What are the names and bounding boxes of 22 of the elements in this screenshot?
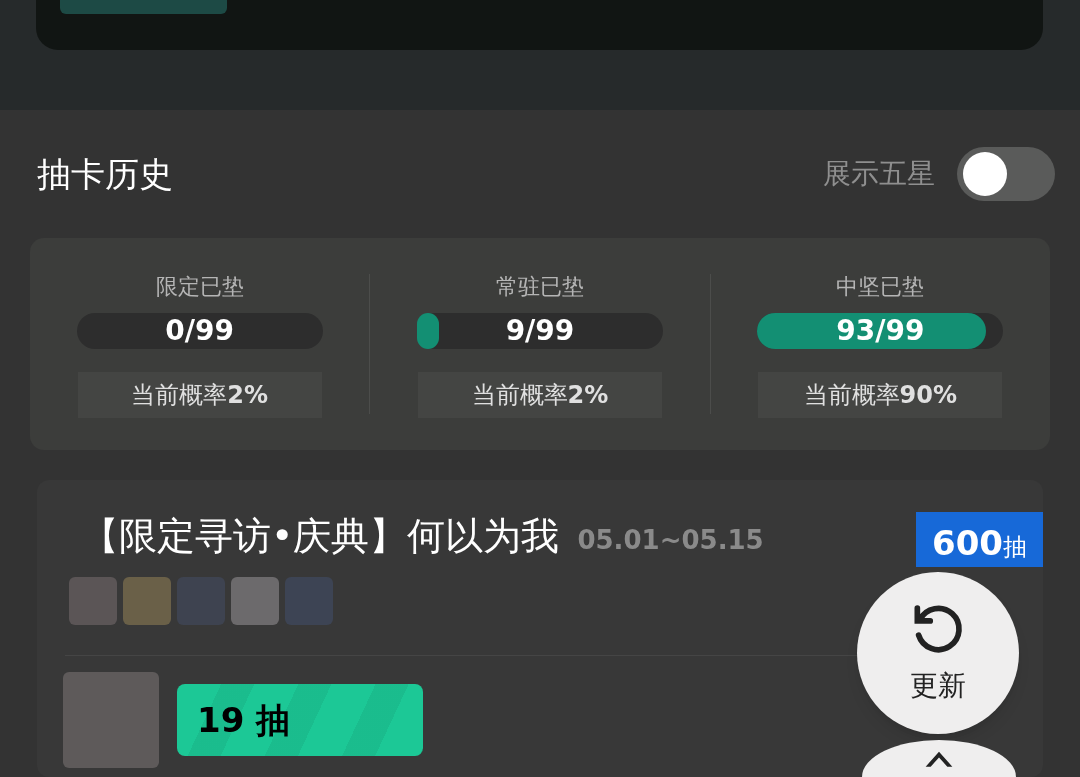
character-avatar [231, 577, 279, 625]
probability-text: 当前概率2% [77, 372, 322, 418]
pity-count: 0/99 [165, 313, 234, 349]
chevron-up-icon [924, 750, 954, 770]
character-avatar [285, 577, 333, 625]
section-title: 抽卡历史 [37, 152, 173, 196]
probability-text: 当前概率90% [758, 372, 1003, 418]
total-pulls: 600抽 [932, 522, 1027, 565]
pity-count: 9/99 [505, 313, 575, 349]
character-avatar [69, 577, 117, 625]
pity-label: 中坚已垫 [836, 273, 925, 301]
pool-title: 【限定寻访•庆典】何以为我 [81, 513, 560, 560]
pity-count: 93/99 [836, 313, 925, 349]
pity-label: 常驻已垫 [496, 273, 584, 301]
pool-dates: 05.01~05.15 [577, 524, 764, 557]
probability-text: 当前概率2% [418, 372, 662, 418]
character-avatar [123, 577, 171, 625]
pull-count-badge: 19 抽 [177, 684, 423, 756]
pity-label: 限定已垫 [155, 273, 244, 301]
toggle-switch[interactable] [957, 147, 1055, 201]
character-avatar [177, 577, 225, 625]
toggle-label: 展示五星 [823, 156, 935, 192]
